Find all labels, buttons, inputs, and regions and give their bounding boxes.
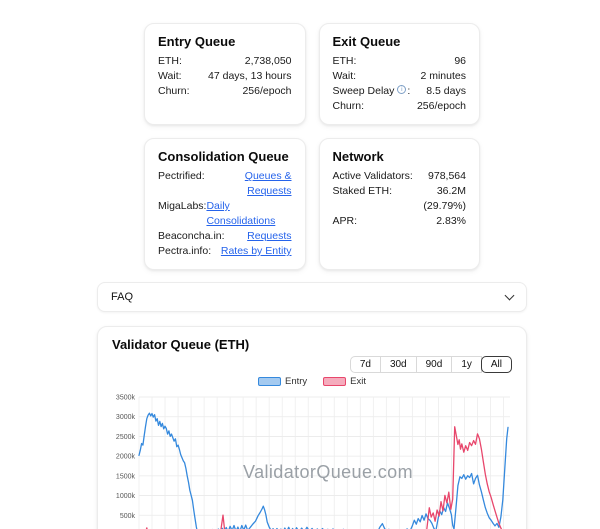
chart-legend: Entry Exit: [112, 376, 512, 387]
info-icon[interactable]: i: [397, 85, 406, 94]
chart-area: 0500k1000k1500k2000k2500k3000k3500kMay 2…: [112, 388, 512, 529]
card-title: Exit Queue: [333, 34, 467, 49]
consolidation-queue-card: Consolidation Queue Pectrified:Queues & …: [144, 138, 306, 270]
card-row: Wait: 2 minutes: [333, 69, 467, 84]
card-rows: ETH:2,738,050Wait:47 days, 13 hoursChurn…: [158, 54, 292, 99]
row-label: Wait:: [158, 69, 182, 84]
row-value: 36.2M (29.79%): [392, 184, 466, 214]
card-title: Network: [333, 149, 467, 164]
card-row: ETH: 2,738,050: [158, 54, 292, 69]
card-row: Pectrified:Queues & Requests: [158, 169, 292, 199]
card-rows: Pectrified:Queues & RequestsMigaLabs:Dai…: [158, 169, 292, 259]
row-value: 2.83%: [436, 214, 466, 229]
entry-queue-card: Entry Queue ETH: 2,738,050 Wait: 47 days, 1…: [144, 23, 306, 125]
range-button-all[interactable]: All: [481, 356, 512, 373]
row-value: 256/epoch: [417, 99, 466, 114]
chart-title: Validator Queue (ETH): [112, 337, 512, 352]
card-row: Wait: 47 days, 13 hours: [158, 69, 292, 84]
y-tick-label: 2000k: [116, 454, 136, 461]
row-link[interactable]: Daily Consolidations: [206, 199, 291, 229]
faq-label: FAQ: [111, 291, 133, 303]
faq-accordion[interactable]: FAQ: [97, 282, 527, 312]
card-row: Staked ETH:36.2M (29.79%): [333, 184, 467, 214]
row-value: 8.5 days: [426, 84, 466, 99]
row-label: Pectra.info:: [158, 244, 211, 259]
legend-label: Exit: [350, 376, 366, 387]
row-value: 47 days, 13 hours: [208, 69, 291, 84]
card-row: Churn: 256/epoch: [333, 99, 467, 114]
legend-entry[interactable]: Entry: [258, 376, 307, 387]
card-row: MigaLabs:Daily Consolidations: [158, 199, 292, 229]
card-row: ETH: 96: [333, 54, 467, 69]
legend-swatch: [258, 377, 281, 386]
row-label: Churn:: [333, 99, 365, 114]
network-card: Network Active Validators:978,564Staked …: [319, 138, 481, 270]
validator-queue-chart-card: Validator Queue (ETH) 7d30d90d1yAll Entr…: [97, 326, 527, 529]
range-button-30d[interactable]: 30d: [380, 356, 417, 373]
row-value: 2 minutes: [420, 69, 466, 84]
card-row: Sweep Delayi: 8.5 days: [333, 84, 467, 99]
card-row: Pectra.info: Rates by Entity: [158, 244, 292, 259]
exit-queue-card: Exit Queue ETH:96Wait:2 minutesSweep Del…: [319, 23, 481, 125]
row-label: Wait:: [333, 69, 357, 84]
range-selector: 7d30d90d1yAll: [112, 356, 512, 373]
row-label: Staked ETH:: [333, 184, 393, 199]
y-tick-label: 500k: [120, 513, 136, 520]
page: Entry Queue ETH: 2,738,050 Wait: 47 days, 1…: [97, 0, 527, 529]
row-value: 2,738,050: [245, 54, 292, 69]
legend-swatch: [323, 377, 346, 386]
row-link[interactable]: Requests: [247, 229, 291, 244]
y-tick-label: 2500k: [116, 434, 136, 441]
card-row: APR: 2.83%: [333, 214, 467, 229]
row-label: Beaconcha.in:: [158, 229, 225, 244]
row-link[interactable]: Rates by Entity: [221, 244, 292, 259]
row-label: Active Validators:: [333, 169, 413, 184]
range-button-90d[interactable]: 90d: [416, 356, 453, 373]
card-title: Entry Queue: [158, 34, 292, 49]
row-value: 256/epoch: [242, 84, 291, 99]
row-label: ETH:: [333, 54, 357, 69]
row-label: APR:: [333, 214, 358, 229]
y-tick-label: 1500k: [116, 473, 136, 480]
range-button-1y[interactable]: 1y: [451, 356, 482, 373]
row-link[interactable]: Queues & Requests: [205, 169, 292, 199]
y-tick-label: 3500k: [116, 395, 136, 402]
row-value: 96: [454, 54, 466, 69]
row-label: Churn:: [158, 84, 190, 99]
card-row: Active Validators: 978,564: [333, 169, 467, 184]
legend-exit[interactable]: Exit: [323, 376, 366, 387]
card-row: Churn: 256/epoch: [158, 84, 292, 99]
card-title: Consolidation Queue: [158, 149, 292, 164]
stat-cards-grid: Entry Queue ETH: 2,738,050 Wait: 47 days, 1…: [144, 23, 480, 270]
row-label: MigaLabs:: [158, 199, 206, 214]
chevron-down-icon: [505, 290, 515, 300]
y-tick-label: 3000k: [116, 414, 136, 421]
entry-line: [139, 413, 508, 529]
range-button-7d[interactable]: 7d: [350, 356, 381, 373]
row-label: Sweep Delayi:: [333, 84, 411, 99]
row-label: ETH:: [158, 54, 182, 69]
row-value: 978,564: [428, 169, 466, 184]
card-rows: Active Validators:978,564Staked ETH:36.2…: [333, 169, 467, 229]
validator-queue-chart[interactable]: 0500k1000k1500k2000k2500k3000k3500kMay 2…: [112, 388, 514, 529]
card-rows: ETH: 96 Wait: 2 minutes Sweep Delayi: 8.5 day…: [333, 54, 467, 114]
card-row: Beaconcha.in: Requests: [158, 229, 292, 244]
row-label: Pectrified:: [158, 169, 205, 184]
y-tick-label: 1000k: [116, 493, 136, 500]
legend-label: Entry: [285, 376, 307, 387]
